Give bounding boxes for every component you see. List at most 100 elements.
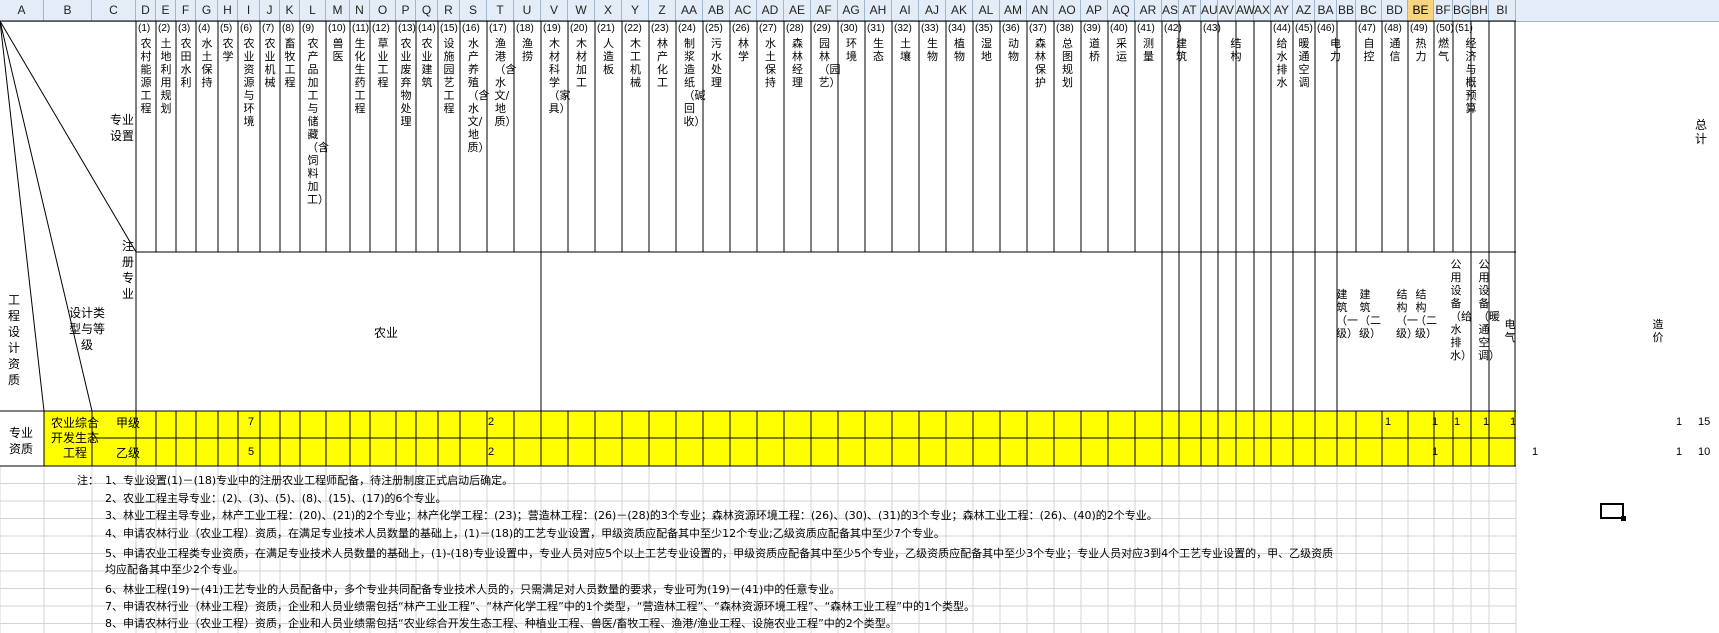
specialty-name: 动物: [1008, 37, 1019, 63]
specialty-number: (32): [894, 23, 912, 34]
yi-one[interactable]: 1: [1676, 446, 1682, 458]
specialty-name: 暖通空调: [1298, 37, 1310, 89]
jia-agri-count[interactable]: 7: [248, 416, 254, 428]
specialty-name: 环境: [846, 37, 857, 63]
specialty-name: 农田水利: [180, 37, 192, 89]
specialty-name: 水土保持: [201, 37, 213, 89]
specialty-name: 木材加工: [576, 37, 587, 89]
specialty-number: (46): [1317, 23, 1335, 34]
specialty-name: 生态: [873, 37, 884, 63]
specialty-name: 生物: [927, 37, 938, 63]
note-5: 5、申请农业工程类专业资质，在满足专业技术人员数量的基础上，(1)-(18)专业…: [105, 547, 1334, 576]
specialty-name: 制浆造纸（碱回收）: [683, 37, 706, 128]
specialty-number: (49): [1410, 23, 1428, 34]
specialty-number: (23): [651, 23, 669, 34]
specialty-name: 森林保护: [1035, 37, 1046, 89]
specialty-name: 渔港（含水文/地质）: [494, 37, 517, 128]
note-3: 3、林业工程主导专业，林产工业工程：(20)、(21)的2个专业；林产化学工程：…: [105, 509, 1158, 522]
jia-one[interactable]: 1: [1454, 416, 1460, 428]
registered-jg1: 结构（一级）: [1396, 288, 1418, 340]
yi-one[interactable]: 1: [1432, 446, 1438, 458]
specialty-name: 水土保持: [765, 37, 776, 89]
specialty-name: 测量: [1143, 37, 1154, 63]
specialty-name: 道桥: [1089, 37, 1100, 63]
specialty-number: (38): [1056, 23, 1074, 34]
active-cell-cursor[interactable]: [1600, 503, 1626, 521]
yi-agri-count[interactable]: 5: [248, 446, 254, 458]
specialty-number: (48): [1384, 23, 1402, 34]
note-7: 7、申请农林行业（林业工程）资质，企业和人员业绩需包括“林产工业工程”、“林产化…: [105, 600, 975, 613]
registered-jg2: 结构（二级）: [1415, 288, 1437, 340]
specialty-number: (45): [1295, 23, 1313, 34]
yi-total[interactable]: 10: [1698, 446, 1710, 458]
specialty-number: (41): [1137, 23, 1155, 34]
type-agri-eco: 农业综合开发生态工程: [50, 416, 99, 460]
note-4: 4、申请农林行业（农业工程）资质，在满足专业技术人员数量的基础上，(1)－(18…: [105, 527, 945, 540]
specialty-number: (5): [220, 23, 233, 34]
specialty-number: (18): [516, 23, 534, 34]
grade-yi: 乙级: [116, 446, 141, 460]
specialty-number: (24): [678, 23, 696, 34]
specialty-number: (51): [1455, 23, 1473, 34]
specialty-name: 采运: [1116, 37, 1127, 63]
specialty-name: 农业机械: [264, 37, 276, 89]
specialty-name: 建筑: [1176, 37, 1187, 63]
specialty-name: 林产化工: [657, 37, 668, 89]
specialty-number: (37): [1029, 23, 1047, 34]
specialty-name: 电力: [1330, 37, 1341, 63]
note-8: 8、申请农林行业（农业工程）资质，企业和人员业绩需包括“农业综合开发生态工程、种…: [105, 617, 897, 630]
specialty-number: (26): [732, 23, 750, 34]
specialty-number: (27): [759, 23, 777, 34]
specialty-number: (31): [867, 23, 885, 34]
specialty-name: 兽医: [332, 37, 344, 63]
note-1: 1、专业设置(1)－(18)专业中的注册农业工程师配备，待注册制度正式启动后确定…: [105, 474, 514, 487]
specialty-name: 渔捞: [522, 37, 533, 63]
corner-specialty-setting: 专业设置: [110, 113, 135, 143]
specialty-name: 农业建筑: [421, 37, 433, 89]
specialty-name: 结构: [1230, 37, 1242, 63]
specialty-number: (36): [1002, 23, 1020, 34]
registered-cost: 造价: [1652, 318, 1664, 344]
specialty-number: (22): [624, 23, 642, 34]
jia-total[interactable]: 15: [1698, 416, 1710, 428]
jia-forest-count[interactable]: 2: [488, 416, 494, 428]
specialty-number: (12): [372, 23, 390, 34]
specialty-number: (17): [489, 23, 507, 34]
specialty-name: 燃气: [1438, 37, 1449, 63]
specialty-number: (50): [1436, 23, 1454, 34]
specialty-number: (11): [352, 23, 370, 34]
specialty-number: (3): [178, 23, 191, 34]
specialty-number: (6): [240, 23, 253, 34]
registered-jz1: 建筑（一级）: [1336, 288, 1358, 340]
jia-one[interactable]: 1: [1483, 416, 1489, 428]
specialty-name: 设施园艺工程: [443, 37, 455, 115]
jia-one[interactable]: 1: [1432, 416, 1438, 428]
specialty-number: (35): [975, 23, 993, 34]
specialty-number: (19): [543, 23, 561, 34]
specialty-name: 农产品加工与储藏（含饲料加工）: [307, 37, 329, 206]
specialty-number: (30): [840, 23, 858, 34]
jia-one[interactable]: 1: [1510, 416, 1516, 428]
registered-hvac: 公用设备（暖通空调）: [1478, 258, 1500, 362]
specialty-name: 农业资源与环境: [243, 37, 255, 128]
spreadsheet[interactable]: A B C D E F G H I J K L M N O P Q R S T U V W X Y Z AA AB AC AD AE AF AG…: [0, 0, 1719, 633]
specialty-name: 水产养殖（含水文/地质）: [467, 37, 490, 154]
grade-jia: 甲级: [116, 416, 141, 430]
yi-forest-count[interactable]: 2: [488, 446, 494, 458]
jia-one[interactable]: 1: [1385, 416, 1391, 428]
specialty-name: 热力: [1415, 37, 1427, 63]
specialty-number: (7): [262, 23, 275, 34]
total-header: 总计: [1695, 118, 1708, 146]
specialty-number: (44): [1273, 23, 1291, 34]
specialty-number: (43): [1203, 23, 1221, 34]
specialty-name: 森林经理: [792, 37, 803, 89]
specialty-name: 木工机械: [630, 37, 641, 89]
specialty-number: (40): [1110, 23, 1128, 34]
jia-one[interactable]: 1: [1676, 416, 1682, 428]
specialty-number: (33): [921, 23, 939, 34]
specialty-name: 土壤: [900, 37, 911, 63]
specialty-name: 农学: [222, 37, 234, 63]
specialty-number: (39): [1083, 23, 1101, 34]
specialty-number: (42): [1164, 23, 1182, 34]
yi-one[interactable]: 1: [1532, 446, 1538, 458]
